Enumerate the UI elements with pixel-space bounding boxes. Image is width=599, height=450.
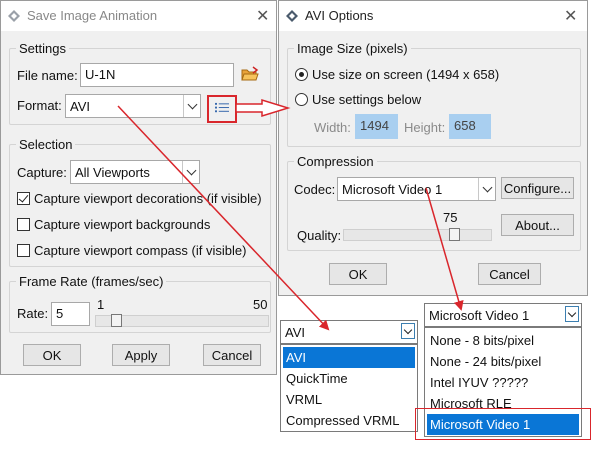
height-label: Height:: [404, 120, 446, 135]
checkbox-capture-decorations-label[interactable]: Capture viewport decorations (if visible…: [34, 191, 262, 206]
cancel-button[interactable]: Cancel: [478, 263, 541, 285]
format-option-vrml[interactable]: VRML: [283, 389, 415, 410]
quality-label: Quality:: [297, 228, 342, 243]
format-dropdown-value: AVI: [285, 325, 305, 340]
codec-option-none-24[interactable]: None - 24 bits/pixel: [427, 351, 579, 372]
save-image-animation-dialog: Save Image Animation ✕ Settings File nam…: [0, 0, 277, 375]
chevron-down-icon[interactable]: [182, 161, 199, 183]
settings-legend: Settings: [16, 41, 69, 56]
format-options-button[interactable]: [207, 95, 237, 123]
about-button-label: About...: [515, 217, 560, 233]
configure-button[interactable]: Configure...: [501, 177, 574, 199]
ok-button-label: OK: [42, 347, 62, 363]
apply-button-label: Apply: [124, 347, 158, 363]
radio-use-size-on-screen-label[interactable]: Use size on screen (1494 x 658): [312, 67, 499, 82]
configure-button-label: Configure...: [503, 180, 572, 196]
rate-min-label: 1: [97, 297, 105, 312]
capture-select[interactable]: All Viewports: [70, 160, 200, 184]
checkbox-capture-compass-label[interactable]: Capture viewport compass (if visible): [34, 243, 246, 258]
rate-slider-thumb[interactable]: [111, 314, 122, 327]
format-select-value: AVI: [70, 99, 90, 114]
radio-use-settings-below[interactable]: [295, 93, 308, 106]
chevron-down-icon[interactable]: [401, 323, 415, 339]
ok-button[interactable]: OK: [329, 263, 387, 285]
open-folder-icon[interactable]: [241, 66, 259, 82]
format-select[interactable]: AVI: [65, 94, 201, 118]
apply-button[interactable]: Apply: [112, 344, 170, 366]
ok-button[interactable]: OK: [23, 344, 81, 366]
rate-value: 5: [56, 306, 64, 321]
capture-label: Capture:: [17, 165, 67, 180]
radio-use-settings-below-label[interactable]: Use settings below: [312, 92, 421, 107]
format-option-compressed-vrml[interactable]: Compressed VRML: [283, 410, 415, 431]
file-name-label: File name:: [17, 68, 78, 83]
width-input[interactable]: 1494: [355, 114, 398, 139]
compression-legend: Compression: [294, 154, 377, 169]
codec-dropdown-value: Microsoft Video 1: [429, 308, 530, 323]
avi-options-dialog: AVI Options ✕ Image Size (pixels) Use si…: [278, 0, 588, 296]
radio-use-size-on-screen[interactable]: [295, 68, 308, 81]
avi-dialog-title: AVI Options: [305, 8, 374, 23]
ok-button-label: OK: [348, 266, 368, 282]
checkbox-capture-decorations[interactable]: [17, 192, 30, 205]
app-logo-icon: [286, 10, 298, 22]
codec-option-intel-iyuv[interactable]: Intel IYUV ?????: [427, 372, 579, 393]
height-input[interactable]: 658: [449, 114, 491, 139]
close-icon[interactable]: ✕: [564, 6, 577, 26]
frame-rate-legend: Frame Rate (frames/sec): [16, 274, 167, 289]
checkbox-capture-backgrounds-label[interactable]: Capture viewport backgrounds: [34, 217, 210, 232]
rate-max-label: 50: [253, 297, 268, 312]
chevron-down-icon[interactable]: [478, 178, 495, 200]
rate-input[interactable]: 5: [51, 302, 90, 326]
width-label: Width:: [314, 120, 351, 135]
quality-slider-thumb[interactable]: [449, 228, 460, 241]
save-dialog-title: Save Image Animation: [27, 8, 158, 23]
selection-legend: Selection: [16, 137, 76, 152]
capture-select-value: All Viewports: [75, 165, 150, 180]
checkbox-capture-backgrounds[interactable]: [17, 218, 30, 231]
cancel-button-label: Cancel: [211, 347, 253, 363]
width-value: 1494: [360, 118, 389, 133]
chevron-down-icon[interactable]: [565, 306, 579, 322]
codec-select-value: Microsoft Video 1: [342, 182, 443, 197]
codec-dropdown-header[interactable]: Microsoft Video 1: [424, 303, 582, 327]
image-size-legend: Image Size (pixels): [294, 41, 411, 56]
height-value: 658: [454, 118, 476, 133]
about-button[interactable]: About...: [501, 214, 574, 236]
chevron-down-icon[interactable]: [183, 95, 200, 117]
rate-label: Rate:: [17, 306, 49, 321]
app-logo-icon: [8, 10, 20, 22]
format-dropdown-list: AVI QuickTime VRML Compressed VRML: [280, 344, 418, 432]
codec-select[interactable]: Microsoft Video 1: [337, 177, 496, 201]
quality-value-label: 75: [443, 210, 458, 225]
format-option-avi[interactable]: AVI: [283, 347, 415, 368]
avi-dialog-titlebar: AVI Options ✕: [279, 1, 587, 31]
file-name-value: U-1N: [85, 67, 116, 82]
format-option-quicktime[interactable]: QuickTime: [283, 368, 415, 389]
close-icon[interactable]: ✕: [256, 6, 269, 26]
format-dropdown-header[interactable]: AVI: [280, 320, 418, 344]
checkbox-capture-compass[interactable]: [17, 244, 30, 257]
quality-slider[interactable]: [343, 229, 492, 241]
cancel-button[interactable]: Cancel: [203, 344, 261, 366]
codec-selection-highlight-box: [415, 408, 591, 440]
codec-label: Codec:: [294, 182, 336, 197]
file-name-input[interactable]: U-1N: [80, 63, 234, 87]
list-options-icon: [215, 102, 229, 113]
format-label: Format:: [17, 98, 62, 113]
codec-option-none-8[interactable]: None - 8 bits/pixel: [427, 330, 579, 351]
cancel-button-label: Cancel: [489, 266, 530, 282]
save-dialog-titlebar: Save Image Animation ✕: [1, 1, 276, 31]
